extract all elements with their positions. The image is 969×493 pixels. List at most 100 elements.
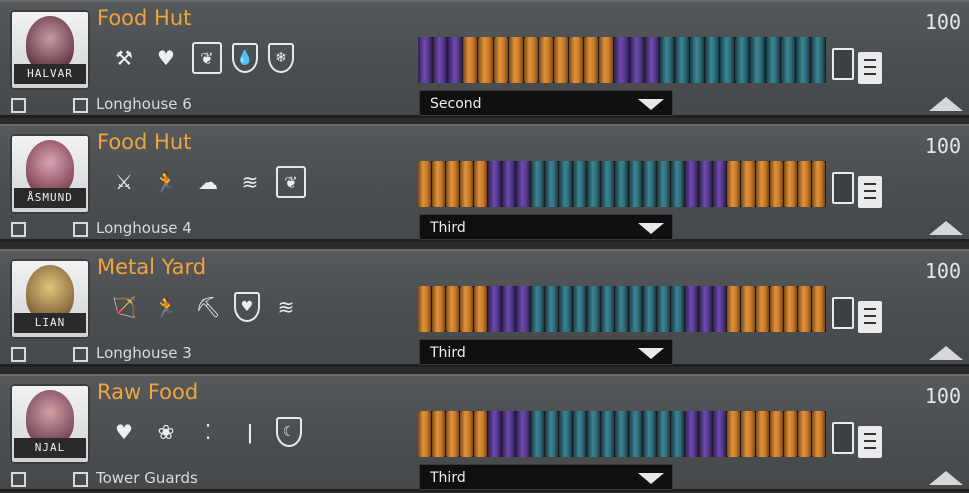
schedule-hour-cell[interactable] — [572, 286, 586, 332]
schedule-hour-cell[interactable] — [750, 37, 765, 83]
schedule-hour-cell[interactable] — [769, 411, 783, 457]
select-checkbox[interactable] — [11, 472, 26, 487]
schedule-bar[interactable] — [418, 286, 826, 332]
schedule-hour-cell[interactable] — [671, 286, 685, 332]
schedule-hour-cell[interactable] — [488, 161, 502, 207]
schedule-hour-cell[interactable] — [811, 411, 825, 457]
schedule-hour-cell[interactable] — [446, 286, 460, 332]
schedule-hour-cell[interactable] — [643, 411, 657, 457]
job-title[interactable]: Food Hut — [97, 130, 191, 154]
schedule-bar[interactable] — [418, 411, 826, 457]
schedule-hour-cell[interactable] — [628, 161, 642, 207]
schedule-hour-cell[interactable] — [530, 411, 544, 457]
schedule-hour-cell[interactable] — [713, 411, 727, 457]
policy-cards-icon[interactable] — [832, 168, 884, 208]
move-up-icon[interactable] — [929, 221, 963, 235]
schedule-hour-cell[interactable] — [671, 161, 685, 207]
job-title[interactable]: Raw Food — [97, 380, 198, 404]
schedule-hour-cell[interactable] — [657, 286, 671, 332]
select-checkbox[interactable] — [11, 222, 26, 237]
schedule-hour-cell[interactable] — [474, 286, 488, 332]
schedule-dropdown[interactable]: Second — [419, 90, 673, 116]
schedule-hour-cell[interactable] — [572, 411, 586, 457]
schedule-hour-cell[interactable] — [586, 286, 600, 332]
schedule-hour-cell[interactable] — [797, 411, 811, 457]
schedule-hour-cell[interactable] — [538, 37, 553, 83]
schedule-hour-cell[interactable] — [502, 411, 516, 457]
villager-portrait[interactable]: NJAL — [10, 384, 90, 464]
select-checkbox[interactable] — [11, 98, 26, 113]
schedule-hour-cell[interactable] — [553, 37, 569, 83]
move-up-icon[interactable] — [929, 97, 963, 111]
schedule-hour-cell[interactable] — [586, 411, 600, 457]
schedule-hour-cell[interactable] — [446, 161, 460, 207]
schedule-hour-cell[interactable] — [713, 161, 727, 207]
villager-portrait[interactable]: LIAN — [10, 259, 90, 339]
schedule-hour-cell[interactable] — [488, 411, 502, 457]
schedule-hour-cell[interactable] — [586, 161, 600, 207]
schedule-hour-cell[interactable] — [720, 37, 735, 83]
schedule-hour-cell[interactable] — [765, 37, 780, 83]
schedule-hour-cell[interactable] — [584, 37, 599, 83]
schedule-bar[interactable] — [418, 37, 826, 83]
home-checkbox[interactable] — [73, 222, 88, 237]
schedule-hour-cell[interactable] — [727, 161, 741, 207]
select-checkbox[interactable] — [11, 347, 26, 362]
schedule-hour-cell[interactable] — [795, 37, 810, 83]
schedule-hour-cell[interactable] — [530, 286, 544, 332]
villager-portrait[interactable]: HALVAR — [10, 10, 90, 90]
schedule-hour-cell[interactable] — [628, 286, 642, 332]
schedule-hour-cell[interactable] — [727, 286, 741, 332]
schedule-hour-cell[interactable] — [614, 161, 628, 207]
schedule-hour-cell[interactable] — [614, 286, 628, 332]
job-title[interactable]: Food Hut — [97, 6, 191, 30]
schedule-hour-cell[interactable] — [671, 411, 685, 457]
schedule-hour-cell[interactable] — [755, 411, 769, 457]
schedule-hour-cell[interactable] — [614, 411, 628, 457]
schedule-hour-cell[interactable] — [685, 161, 699, 207]
schedule-hour-cell[interactable] — [432, 161, 446, 207]
schedule-hour-cell[interactable] — [558, 286, 572, 332]
move-up-icon[interactable] — [929, 471, 963, 485]
home-checkbox[interactable] — [73, 98, 88, 113]
schedule-hour-cell[interactable] — [783, 411, 797, 457]
schedule-hour-cell[interactable] — [418, 37, 433, 83]
schedule-hour-cell[interactable] — [674, 37, 689, 83]
schedule-hour-cell[interactable] — [493, 37, 508, 83]
schedule-hour-cell[interactable] — [516, 161, 530, 207]
schedule-hour-cell[interactable] — [502, 161, 516, 207]
schedule-hour-cell[interactable] — [448, 37, 463, 83]
schedule-hour-cell[interactable] — [741, 161, 755, 207]
schedule-hour-cell[interactable] — [811, 161, 825, 207]
schedule-hour-cell[interactable] — [797, 286, 811, 332]
schedule-hour-cell[interactable] — [628, 411, 642, 457]
schedule-hour-cell[interactable] — [755, 161, 769, 207]
schedule-hour-cell[interactable] — [516, 411, 530, 457]
schedule-hour-cell[interactable] — [418, 411, 432, 457]
schedule-hour-cell[interactable] — [810, 37, 825, 83]
schedule-hour-cell[interactable] — [780, 37, 795, 83]
schedule-hour-cell[interactable] — [418, 286, 432, 332]
schedule-hour-cell[interactable] — [569, 37, 584, 83]
schedule-hour-cell[interactable] — [433, 37, 448, 83]
schedule-dropdown[interactable]: Third — [419, 464, 673, 490]
schedule-hour-cell[interactable] — [544, 286, 558, 332]
schedule-hour-cell[interactable] — [446, 411, 460, 457]
schedule-hour-cell[interactable] — [727, 411, 741, 457]
schedule-hour-cell[interactable] — [523, 37, 538, 83]
schedule-hour-cell[interactable] — [544, 411, 558, 457]
home-checkbox[interactable] — [73, 472, 88, 487]
schedule-hour-cell[interactable] — [783, 161, 797, 207]
schedule-hour-cell[interactable] — [699, 161, 713, 207]
schedule-hour-cell[interactable] — [644, 37, 659, 83]
schedule-hour-cell[interactable] — [614, 37, 629, 83]
schedule-hour-cell[interactable] — [689, 37, 705, 83]
schedule-hour-cell[interactable] — [685, 411, 699, 457]
schedule-hour-cell[interactable] — [811, 286, 825, 332]
schedule-hour-cell[interactable] — [463, 37, 478, 83]
schedule-hour-cell[interactable] — [699, 286, 713, 332]
job-title[interactable]: Metal Yard — [97, 255, 206, 279]
schedule-hour-cell[interactable] — [516, 286, 530, 332]
home-checkbox[interactable] — [73, 347, 88, 362]
schedule-hour-cell[interactable] — [643, 161, 657, 207]
